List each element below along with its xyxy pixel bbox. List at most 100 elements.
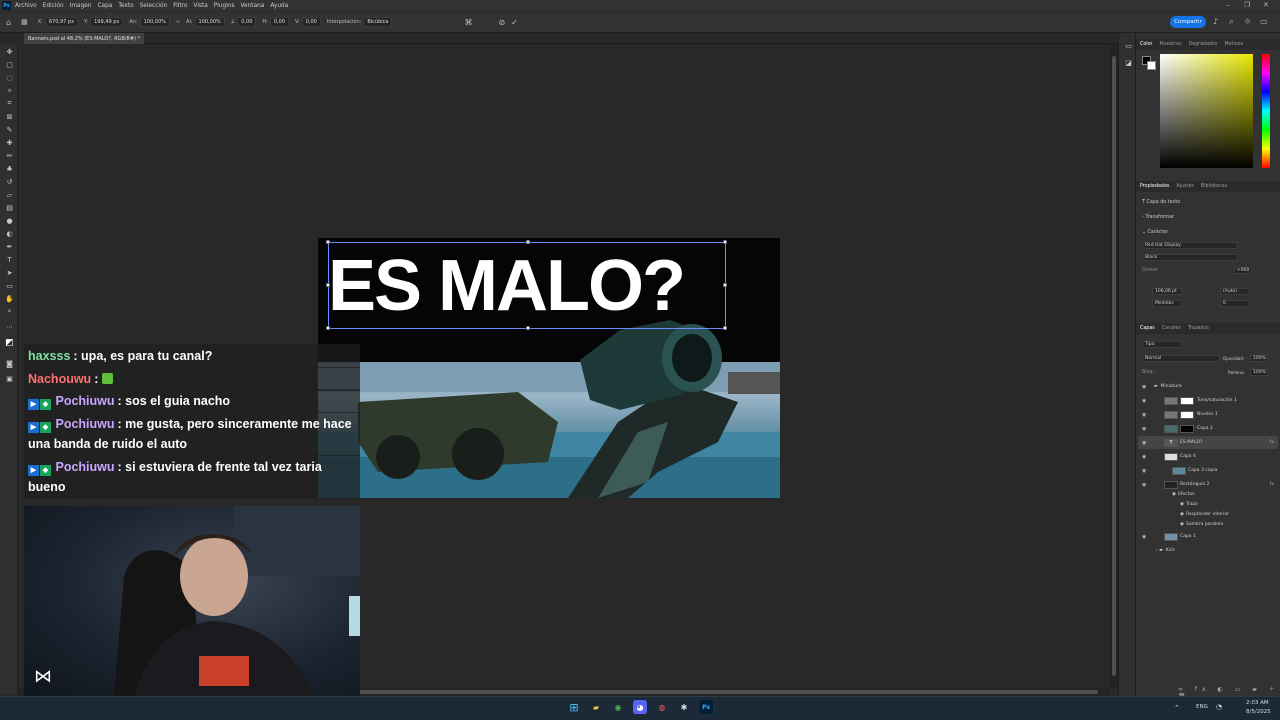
eyedropper-icon[interactable]: ✎	[5, 125, 14, 134]
eye-icon[interactable]: ◉	[1180, 512, 1184, 517]
fx-badge[interactable]: fx	[1270, 482, 1274, 487]
tab-propiedades[interactable]: Propiedades	[1140, 184, 1169, 189]
tab-ajustes[interactable]: Ajustes	[1176, 184, 1194, 189]
app-icon[interactable]: ◍	[655, 700, 669, 714]
eye-icon[interactable]: ◉	[1142, 534, 1150, 540]
tab-degradados[interactable]: Degradados	[1188, 42, 1217, 47]
file-explorer-icon[interactable]: ▰	[589, 700, 603, 714]
eye-icon[interactable]: ◉	[1180, 502, 1184, 507]
transform-handle[interactable]	[723, 326, 727, 330]
vskew-input[interactable]: 0,00	[301, 17, 321, 27]
layer-row-selected[interactable]: ◉ T ES MALO? fx	[1138, 436, 1278, 449]
shape-tool-icon[interactable]: ▭	[5, 281, 14, 290]
eye-icon[interactable]: ◉	[1142, 426, 1150, 432]
start-icon[interactable]: ⊞	[567, 700, 581, 714]
document-tab[interactable]: Banners.psd al 48,2% (ES MALO?, RGB/8#) …	[24, 33, 145, 44]
hand-tool-icon[interactable]: ✋	[5, 294, 14, 303]
pen-tool-icon[interactable]: ✒	[5, 242, 14, 251]
menu-capa[interactable]: Capa	[98, 3, 113, 9]
clock-time[interactable]: 2:03 AM	[1246, 700, 1269, 706]
reference-point-icon[interactable]: ▦	[21, 18, 28, 26]
eraser-icon[interactable]: ▱	[5, 190, 14, 199]
layer-row[interactable]: ◉ ▰ Miniatura	[1138, 380, 1278, 393]
warp-icon[interactable]: ⌘	[464, 18, 472, 27]
layer-row[interactable]: ◉ Capa 3 copia	[1138, 464, 1278, 477]
sun-icon[interactable]: ☼	[1244, 17, 1251, 26]
menu-ayuda[interactable]: Ayuda	[270, 3, 288, 9]
language-indicator[interactable]: ENG	[1196, 704, 1208, 710]
stamp-tool-icon[interactable]: ♣	[5, 164, 14, 173]
menu-seleccion[interactable]: Selección	[140, 3, 168, 9]
y-input[interactable]: 199,49 px	[90, 17, 124, 27]
layer-row[interactable]: ◉ Niveles 1	[1138, 408, 1278, 421]
transform-handle[interactable]	[526, 326, 530, 330]
x-input[interactable]: 670,97 px	[44, 17, 79, 27]
weight-input[interactable]: +900	[1234, 267, 1252, 274]
menu-archivo[interactable]: Archivo	[15, 3, 37, 9]
artboard-tool-icon[interactable]: ▢	[5, 60, 14, 69]
menu-edicion[interactable]: Edición	[43, 3, 64, 9]
menu-imagen[interactable]: Imagen	[70, 3, 92, 9]
magic-wand-icon[interactable]: ✧	[5, 86, 14, 95]
leading-input[interactable]: (Auto)	[1220, 288, 1250, 295]
share-button[interactable]: Compartir	[1170, 16, 1206, 28]
interpolation-select[interactable]: Bicúbica	[363, 17, 393, 27]
app-icon[interactable]: ✱	[677, 700, 691, 714]
minimize-icon[interactable]: –	[1226, 1, 1230, 9]
layer-row[interactable]: ◉ Capa 4	[1138, 450, 1278, 463]
vertical-scrollbar[interactable]	[1110, 44, 1118, 688]
effects-row[interactable]: ◉ Efectos	[1138, 489, 1278, 499]
menu-vista[interactable]: Vista	[193, 3, 207, 9]
hue-slider[interactable]	[1262, 54, 1270, 168]
move-tool-icon[interactable]: ✥	[5, 47, 14, 56]
width-input[interactable]: 100,00%	[139, 17, 170, 27]
vertical-scroll-thumb[interactable]	[1112, 56, 1116, 676]
tab-capas[interactable]: Capas	[1140, 326, 1155, 331]
section-transform[interactable]: › Transformar	[1142, 215, 1174, 220]
eye-icon[interactable]: ◉	[1142, 482, 1150, 488]
color-picker-field[interactable]	[1160, 54, 1253, 168]
link-icon[interactable]: ∞	[176, 19, 180, 25]
fill-input[interactable]: 100%	[1250, 369, 1268, 376]
menu-plugins[interactable]: Plugins	[214, 3, 235, 9]
layer-row[interactable]: ◉ Capa 2	[1138, 422, 1278, 435]
commit-transform-icon[interactable]: ✓	[511, 18, 518, 27]
comment-icon[interactable]: ▭	[1124, 41, 1133, 50]
tray-chevron-icon[interactable]: ⌃	[1174, 704, 1180, 712]
font-style-select[interactable]: Black	[1142, 254, 1238, 261]
search-icon[interactable]: ⌕	[1229, 17, 1233, 27]
transform-bounding-box[interactable]	[326, 240, 727, 330]
close-icon[interactable]: ✕	[1263, 1, 1269, 9]
quick-mask-icon[interactable]: ◙	[5, 359, 14, 368]
network-icon[interactable]: ◔	[1216, 703, 1222, 711]
menu-texto[interactable]: Texto	[118, 3, 133, 9]
photoshop-taskbar-icon[interactable]: Ps	[699, 700, 713, 714]
blur-tool-icon[interactable]: ●	[5, 216, 14, 225]
height-input[interactable]: 100,00%	[194, 17, 225, 27]
background-color-swatch[interactable]	[1147, 61, 1156, 70]
frame-tool-icon[interactable]: ⊠	[5, 112, 14, 121]
clock-date[interactable]: 8/5/2025	[1246, 709, 1271, 715]
tracking-select[interactable]: Medidas	[1152, 300, 1182, 307]
chrome-icon[interactable]: ◉	[611, 700, 625, 714]
transform-handle[interactable]	[326, 283, 330, 287]
home-icon[interactable]: ⌂	[6, 18, 11, 27]
layer-row[interactable]: ◉ Tono/saturación 1	[1138, 394, 1278, 407]
brush-tool-icon[interactable]: ✏	[5, 151, 14, 160]
kerning-input[interactable]: 0	[1220, 300, 1250, 307]
fx-badge[interactable]: fx	[1270, 440, 1274, 445]
tab-motivos[interactable]: Motivos	[1225, 42, 1244, 47]
eye-icon[interactable]: ◉	[1180, 522, 1184, 527]
eye-icon[interactable]: ◉	[1142, 398, 1150, 404]
effect-row[interactable]: ◉ Resplandor interior	[1138, 509, 1278, 519]
path-select-icon[interactable]: ➤	[5, 268, 14, 277]
effect-row[interactable]: ◉ Trazo	[1138, 499, 1278, 509]
layer-search-input[interactable]: Tipo	[1142, 341, 1182, 348]
effect-row[interactable]: ◉ Sombra paralela	[1138, 519, 1278, 529]
section-character[interactable]: ⌄ Carácter	[1142, 230, 1168, 235]
layer-row[interactable]: › ▰ Kick	[1138, 544, 1278, 557]
transform-handle[interactable]	[723, 240, 727, 244]
lasso-tool-icon[interactable]: ◌	[5, 73, 14, 82]
color-swatches-icon[interactable]: ◩	[5, 338, 14, 348]
transform-handle[interactable]	[526, 240, 530, 244]
